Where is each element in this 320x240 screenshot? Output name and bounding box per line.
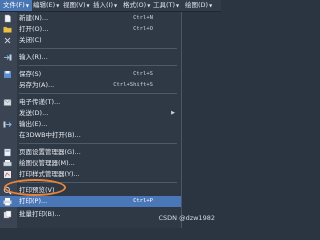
menu-item-label: 关闭(C)	[19, 36, 42, 44]
menu-item-label: 页面设置管理器(G)...	[19, 148, 81, 156]
menu-item-save[interactable]: 保存(S) Ctrl+S	[0, 69, 181, 80]
menu-item-open[interactable]: 打开(O)... Ctrl+O	[0, 24, 181, 35]
menu-tools-label: 工具(T)	[153, 1, 176, 9]
menu-file-label: 文件(F)	[3, 1, 25, 9]
chevron-down-icon: ▼	[147, 3, 151, 8]
import-icon	[4, 54, 12, 61]
chevron-down-icon: ▼	[56, 3, 60, 8]
menu-separator	[19, 65, 177, 66]
menu-item-label: 发送(D)...	[19, 109, 49, 117]
plotter-icon	[3, 160, 12, 167]
menu-item-shortcut: Ctrl+N	[133, 15, 153, 21]
open-folder-icon	[3, 26, 12, 33]
menu-separator	[19, 143, 177, 144]
chevron-down-icon: ▼	[25, 3, 29, 8]
menu-format[interactable]: 格式(O)▼	[123, 0, 150, 11]
menu-item-label: 保存(S)	[19, 70, 42, 78]
menu-item-shortcut: Ctrl+O	[133, 26, 153, 32]
menu-draw-label: 绘图(D)	[185, 1, 209, 9]
menu-item-shortcut: Ctrl+P	[133, 198, 153, 204]
menu-item-plotter-manager[interactable]: 绘图仪管理器(M)...	[0, 158, 181, 169]
menu-edit[interactable]: 编辑(E)▼	[33, 0, 59, 11]
printer-icon	[3, 198, 12, 206]
menu-item-label: 打开(O)...	[19, 25, 49, 33]
menu-separator	[19, 48, 177, 49]
chevron-down-icon: ▼	[209, 3, 213, 8]
menu-file[interactable]: 文件(F)▼	[0, 0, 32, 11]
menu-item-label: 在3DWB中打开(B)...	[19, 131, 81, 139]
menu-item-label: 打印(P)...	[19, 197, 48, 205]
menu-item-import[interactable]: 输入(R)...	[0, 52, 181, 63]
chevron-down-icon: ▼	[86, 3, 90, 8]
menu-item-saveas[interactable]: 另存为(A)... Ctrl+Shift+S	[0, 80, 181, 91]
menu-bar: 文件(F)▼ 编辑(E)▼ 视图(V)▼ 插入(I)▼ 格式(O)▼ 工具(T)…	[0, 0, 221, 12]
menu-item-shortcut: Ctrl+Shift+S	[113, 82, 153, 88]
menu-draw[interactable]: 绘图(D)▼	[185, 0, 212, 11]
export-icon	[3, 121, 12, 128]
menu-item-batch-plot[interactable]: 批量打印(B)...	[0, 209, 181, 220]
submenu-arrow-icon: ▶	[171, 110, 175, 116]
menu-item-label: 输入(R)...	[19, 53, 48, 61]
menu-item-close[interactable]: 关闭(C)	[0, 35, 181, 46]
menu-view[interactable]: 视图(V)▼	[63, 0, 90, 11]
menu-item-etransmit[interactable]: 电子传递(T)...	[0, 97, 181, 108]
save-disk-icon	[4, 71, 11, 78]
plot-style-icon	[4, 171, 11, 178]
menu-view-label: 视图(V)	[63, 1, 86, 9]
menu-item-label: 电子传递(T)...	[19, 98, 61, 106]
batch-plot-icon	[3, 210, 12, 219]
menu-item-label: 新建(N)...	[19, 14, 49, 22]
menu-item-label: 另存为(A)...	[19, 81, 55, 89]
menu-separator	[19, 93, 177, 94]
chevron-down-icon: ▼	[176, 3, 180, 8]
menu-item-publish[interactable]: 发送(D)... ▶	[0, 108, 181, 119]
highlight-ellipse	[4, 179, 66, 196]
menu-item-open-3dwb[interactable]: 在3DWB中打开(B)...	[0, 130, 181, 141]
page-setup-icon	[4, 148, 11, 157]
menu-item-page-setup[interactable]: 页面设置管理器(G)...	[0, 147, 181, 158]
menu-item-export[interactable]: 输出(E)...	[0, 119, 181, 130]
chevron-down-icon: ▼	[114, 3, 118, 8]
new-file-icon	[4, 14, 11, 23]
etransmit-icon	[3, 99, 12, 106]
watermark: CSDN @dzw1982	[158, 214, 216, 222]
menu-item-label: 批量打印(B)...	[19, 210, 61, 218]
menu-tools[interactable]: 工具(T)▼	[153, 0, 179, 11]
menu-edit-label: 编辑(E)	[33, 1, 56, 9]
menu-insert-label: 插入(I)	[93, 1, 113, 9]
menu-item-new[interactable]: 新建(N)... Ctrl+N	[0, 13, 181, 24]
menu-item-plot[interactable]: 打印(P)... Ctrl+P	[0, 196, 181, 207]
close-doc-icon	[4, 37, 11, 44]
menu-item-label: 绘图仪管理器(M)...	[19, 159, 75, 167]
menu-item-label: 输出(E)...	[19, 120, 48, 128]
menu-format-label: 格式(O)	[123, 1, 147, 9]
menu-item-shortcut: Ctrl+S	[133, 71, 153, 77]
menu-insert[interactable]: 插入(I)▼	[93, 0, 117, 11]
